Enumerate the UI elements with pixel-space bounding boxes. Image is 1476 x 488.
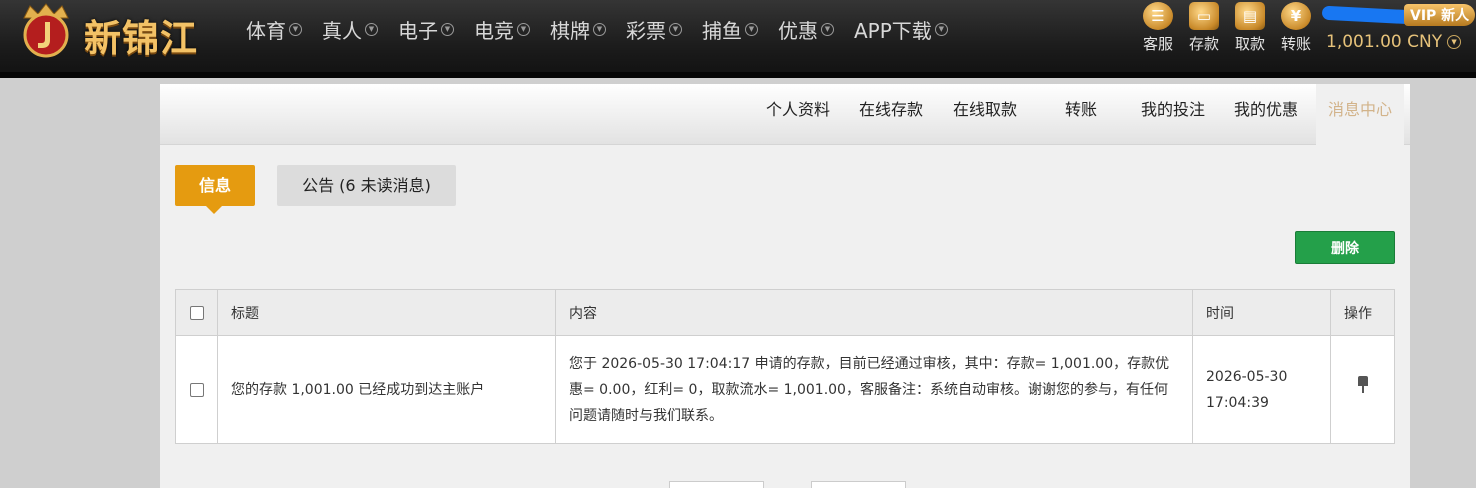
main-nav: 体育 ▼ 真人 ▼ 电子 ▼ 电竞 ▼ 棋牌 ▼ 彩票 ▼ 捕鱼 ▼ 优惠 ▼ APP下载 ▼ (246, 14, 968, 44)
withdraw-button[interactable]: ▤ 取款 (1228, 2, 1272, 54)
chevron-down-icon: ▼ (669, 22, 682, 36)
vip-badge[interactable]: VIP 新人 (1404, 4, 1476, 26)
nav-label: 电竞 (474, 18, 514, 43)
top-bar: 新锦江 体育 ▼ 真人 ▼ 电子 ▼ 电竞 ▼ 棋牌 ▼ 彩票 ▼ 捕鱼 ▼ 优惠 ▼ APP下… (0, 0, 1476, 78)
account-subnav: 个人资料 在线存款 在线取款 转账 我的投注 我的优惠 消息中心 (160, 84, 1410, 145)
util-label: 存款 (1188, 35, 1219, 53)
username-redaction (1321, 5, 1415, 25)
subnav-my-bets[interactable]: 我的投注 (1141, 84, 1205, 145)
transfer-button[interactable]: ¥ 转账 (1274, 2, 1318, 54)
nav-item-sports[interactable]: 体育 ▼ (246, 14, 302, 44)
nav-item-fishing[interactable]: 捕鱼 ▼ (702, 14, 758, 44)
nav-label: 捕鱼 (702, 18, 742, 43)
nav-label: 棋牌 (550, 18, 590, 43)
deposit-button[interactable]: ▭ 存款 (1182, 2, 1226, 54)
pin-icon[interactable] (1356, 376, 1370, 394)
chevron-down-icon: ▼ (821, 22, 834, 36)
brand-name[interactable]: 新锦江 (84, 8, 198, 62)
row-select-cell (175, 335, 218, 444)
nav-item-esports[interactable]: 电竞 ▼ (474, 14, 530, 44)
util-label: 客服 (1142, 35, 1173, 53)
nav-label: APP下载 (854, 18, 932, 43)
message-content: 您于 2026-05-30 17:04:17 申请的存款，目前已经通过审核，其中… (555, 335, 1193, 444)
subnav-online-withdraw[interactable]: 在线取款 (953, 84, 1017, 145)
transfer-yuan-icon: ¥ (1281, 2, 1311, 30)
balance-dropdown[interactable]: 1,001.00 CNY ▼ (1326, 32, 1462, 52)
nav-label: 彩票 (626, 18, 666, 43)
delete-button[interactable]: 删除 (1295, 231, 1395, 264)
subnav-message-center[interactable]: 消息中心 (1316, 84, 1405, 145)
chevron-down-icon: ▼ (517, 22, 530, 36)
nav-label: 电子 (398, 18, 438, 43)
nav-label: 真人 (322, 18, 362, 43)
account-panel: 个人资料 在线存款 在线取款 转账 我的投注 我的优惠 消息中心 信息 公告 (… (160, 84, 1410, 488)
util-label: 取款 (1234, 35, 1265, 53)
subnav-transfer[interactable]: 转账 (1065, 84, 1097, 145)
pager-prev[interactable] (669, 481, 764, 488)
table-header-row: 标题 内容 时间 操作 (175, 289, 1395, 336)
withdraw-box-icon: ▤ (1235, 2, 1265, 30)
balance-value: 1,001.00 CNY (1326, 32, 1443, 52)
chevron-down-icon: ▼ (289, 22, 302, 36)
nav-item-promotions[interactable]: 优惠 ▼ (778, 14, 834, 44)
message-action-cell (1330, 335, 1395, 444)
deposit-wallet-icon: ▭ (1189, 2, 1219, 30)
message-time: 2026-05-30 17:04:39 (1192, 335, 1331, 444)
select-all-checkbox[interactable] (189, 305, 204, 320)
subnav-my-promotions[interactable]: 我的优惠 (1234, 84, 1298, 145)
header-time: 时间 (1192, 289, 1331, 336)
chevron-down-icon: ▼ (593, 22, 606, 36)
customer-service-button[interactable]: ☰ 客服 (1136, 2, 1180, 54)
topbar-divider (0, 72, 1476, 78)
header-action: 操作 (1330, 289, 1395, 336)
customer-service-icon: ☰ (1143, 2, 1173, 30)
nav-label: 体育 (246, 18, 286, 43)
nav-label: 优惠 (778, 18, 818, 43)
pager-next[interactable] (811, 481, 906, 488)
nav-item-live[interactable]: 真人 ▼ (322, 14, 378, 44)
row-checkbox[interactable] (189, 382, 204, 397)
chevron-down-icon: ▼ (1447, 35, 1462, 49)
header-content: 内容 (555, 289, 1193, 336)
message-table: 标题 内容 时间 操作 您的存款 1,001.00 已经成功到达主账户 您于 2… (175, 289, 1395, 444)
header-title: 标题 (217, 289, 556, 336)
subnav-online-deposit[interactable]: 在线存款 (859, 84, 923, 145)
table-row: 您的存款 1,001.00 已经成功到达主账户 您于 2026-05-30 17… (175, 335, 1395, 444)
nav-item-lottery[interactable]: 彩票 ▼ (626, 14, 682, 44)
chevron-down-icon: ▼ (441, 22, 454, 36)
util-label: 转账 (1280, 35, 1311, 53)
tab-info[interactable]: 信息 (175, 165, 255, 214)
nav-item-app-download[interactable]: APP下载 ▼ (854, 14, 948, 44)
message-title[interactable]: 您的存款 1,001.00 已经成功到达主账户 (217, 335, 556, 444)
brand-logo-icon[interactable] (16, 2, 76, 58)
chevron-down-icon: ▼ (745, 22, 758, 36)
message-date: 2026-05-30 (1206, 368, 1288, 385)
subnav-profile[interactable]: 个人资料 (766, 84, 830, 145)
message-clock: 17:04:39 (1206, 394, 1269, 411)
select-all-cell (175, 289, 218, 336)
nav-item-slots[interactable]: 电子 ▼ (398, 14, 454, 44)
nav-item-cards[interactable]: 棋牌 ▼ (550, 14, 606, 44)
tab-notice[interactable]: 公告 (6 未读消息) (277, 165, 456, 206)
chevron-down-icon: ▼ (365, 22, 378, 36)
chevron-down-icon: ▼ (934, 22, 948, 36)
